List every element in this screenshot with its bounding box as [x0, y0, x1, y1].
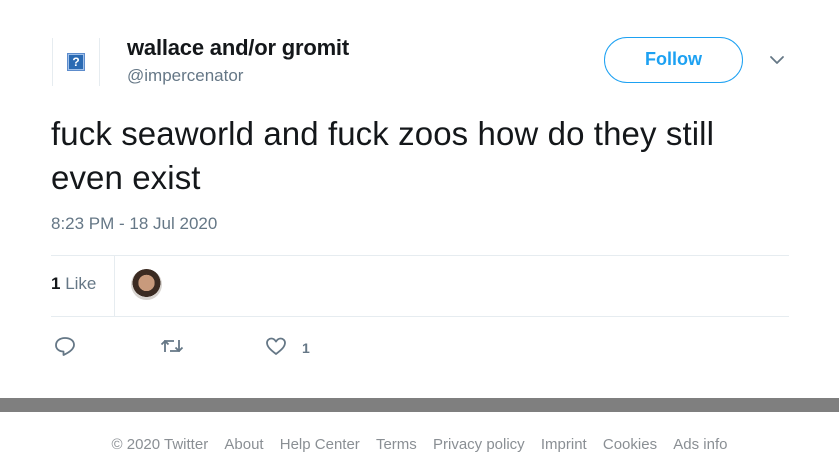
footer-link-terms[interactable]: Terms [376, 436, 417, 453]
author-display-name[interactable]: wallace and/or gromit [127, 35, 349, 61]
footer-link-privacy-policy[interactable]: Privacy policy [433, 436, 525, 453]
tweet-timestamp[interactable]: 8:23 PM - 18 Jul 2020 [51, 214, 217, 234]
footer-link-help-center[interactable]: Help Center [280, 436, 360, 453]
footer-link-ads-info[interactable]: Ads info [673, 436, 727, 453]
tweet-text: fuck seaworld and fuck zoos how do they … [51, 115, 715, 196]
divider [51, 255, 789, 256]
likes-summary[interactable]: 1 Like [51, 274, 96, 294]
like-button[interactable] [264, 334, 288, 358]
reply-icon [55, 337, 75, 356]
broken-image-icon: ? [67, 53, 85, 71]
footer-link-imprint[interactable]: Imprint [541, 436, 587, 453]
reply-button[interactable] [53, 334, 77, 358]
footer-link-cookies[interactable]: Cookies [603, 436, 657, 453]
divider [51, 316, 789, 317]
retweet-button[interactable] [159, 334, 185, 358]
likes-label: Like [65, 274, 97, 293]
like-count: 1 [302, 340, 310, 356]
section-divider-band [0, 398, 839, 412]
author-handle[interactable]: @impercenator [127, 66, 243, 86]
heart-icon [266, 337, 286, 355]
footer-copyright: © 2020 Twitter [111, 436, 209, 453]
tweet-card: ? wallace and/or gromit @impercenator Fo… [0, 0, 839, 398]
likes-separator [114, 256, 115, 316]
liker-avatar[interactable] [131, 269, 162, 300]
footer: © 2020 Twitter About Help Center Terms P… [0, 436, 839, 453]
chevron-down-icon[interactable] [768, 53, 786, 67]
follow-button[interactable]: Follow [604, 37, 743, 83]
likes-count: 1 [51, 274, 61, 293]
footer-link-about[interactable]: About [224, 436, 263, 453]
author-avatar[interactable]: ? [52, 38, 100, 86]
retweet-icon [160, 340, 184, 352]
